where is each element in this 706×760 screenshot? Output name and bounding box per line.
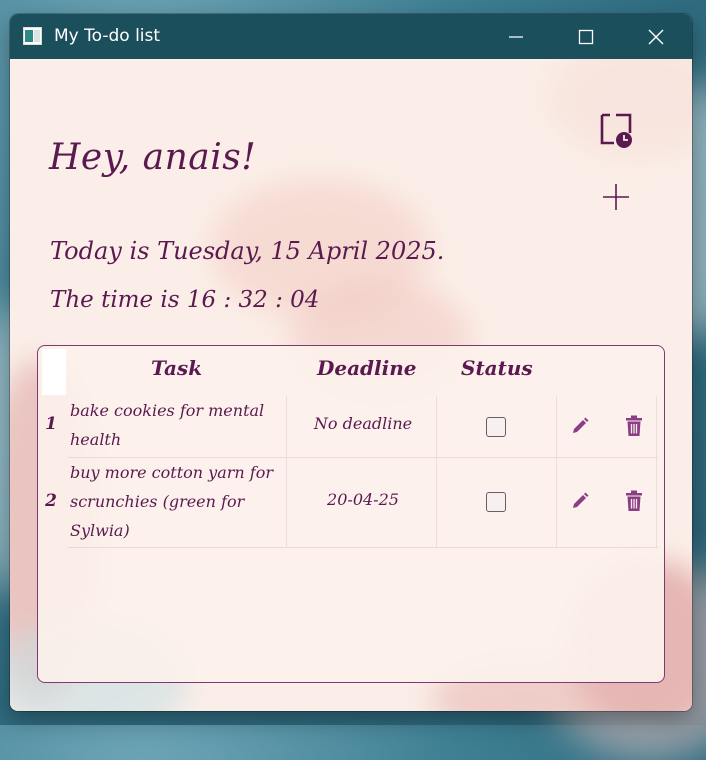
edit-button[interactable] xyxy=(568,489,592,513)
task-cell[interactable]: buy more cotton yarn for scrunchies (gre… xyxy=(70,458,288,545)
history-button[interactable] xyxy=(594,109,638,153)
trash-icon xyxy=(626,415,642,436)
delete-button[interactable] xyxy=(622,414,646,438)
trash-icon xyxy=(626,490,642,511)
close-button[interactable] xyxy=(633,14,679,59)
minimize-button[interactable] xyxy=(493,14,539,59)
task-table: Task Deadline Status 1 bake cookies for … xyxy=(37,345,665,683)
title-bar[interactable]: My To-do list xyxy=(10,14,692,59)
task-cell[interactable]: bake cookies for mental health xyxy=(70,396,288,454)
pencil-icon xyxy=(573,492,589,508)
table-corner xyxy=(42,349,66,395)
column-header-status[interactable]: Status xyxy=(461,356,533,380)
pencil-icon xyxy=(573,417,589,433)
folder-clock-icon xyxy=(600,113,632,148)
app-window: My To-do list Hey, anais! Today is Tuesd… xyxy=(10,14,692,711)
row-number: 1 xyxy=(45,414,57,434)
table-row[interactable]: 1 bake cookies for mental health No dead… xyxy=(38,396,664,458)
maximize-icon xyxy=(578,29,594,44)
greeting-heading: Hey, anais! xyxy=(49,137,257,178)
deadline-cell[interactable]: No deadline xyxy=(288,414,438,433)
status-checkbox[interactable] xyxy=(486,492,506,512)
status-checkbox[interactable] xyxy=(486,417,506,437)
plus-icon xyxy=(603,184,629,210)
window-title: My To-do list xyxy=(54,26,161,46)
app-icon xyxy=(23,27,42,45)
row-divider xyxy=(68,547,658,548)
deadline-cell[interactable]: 20-04-25 xyxy=(288,490,438,509)
main-content: Hey, anais! Today is Tuesday, 15 April 2… xyxy=(10,59,692,711)
column-header-task[interactable]: Task xyxy=(151,356,202,380)
time-text: The time is 16 : 32 : 04 xyxy=(50,287,320,313)
edit-button[interactable] xyxy=(568,414,592,438)
date-text: Today is Tuesday, 15 April 2025. xyxy=(50,237,445,265)
minimize-icon xyxy=(509,35,523,38)
row-number: 2 xyxy=(45,491,57,511)
maximize-button[interactable] xyxy=(563,14,609,59)
table-row[interactable]: 2 buy more cotton yarn for scrunchies (g… xyxy=(38,458,664,548)
close-icon xyxy=(648,29,664,44)
add-task-button[interactable] xyxy=(598,179,634,215)
column-header-deadline[interactable]: Deadline xyxy=(317,356,416,380)
delete-button[interactable] xyxy=(622,489,646,513)
